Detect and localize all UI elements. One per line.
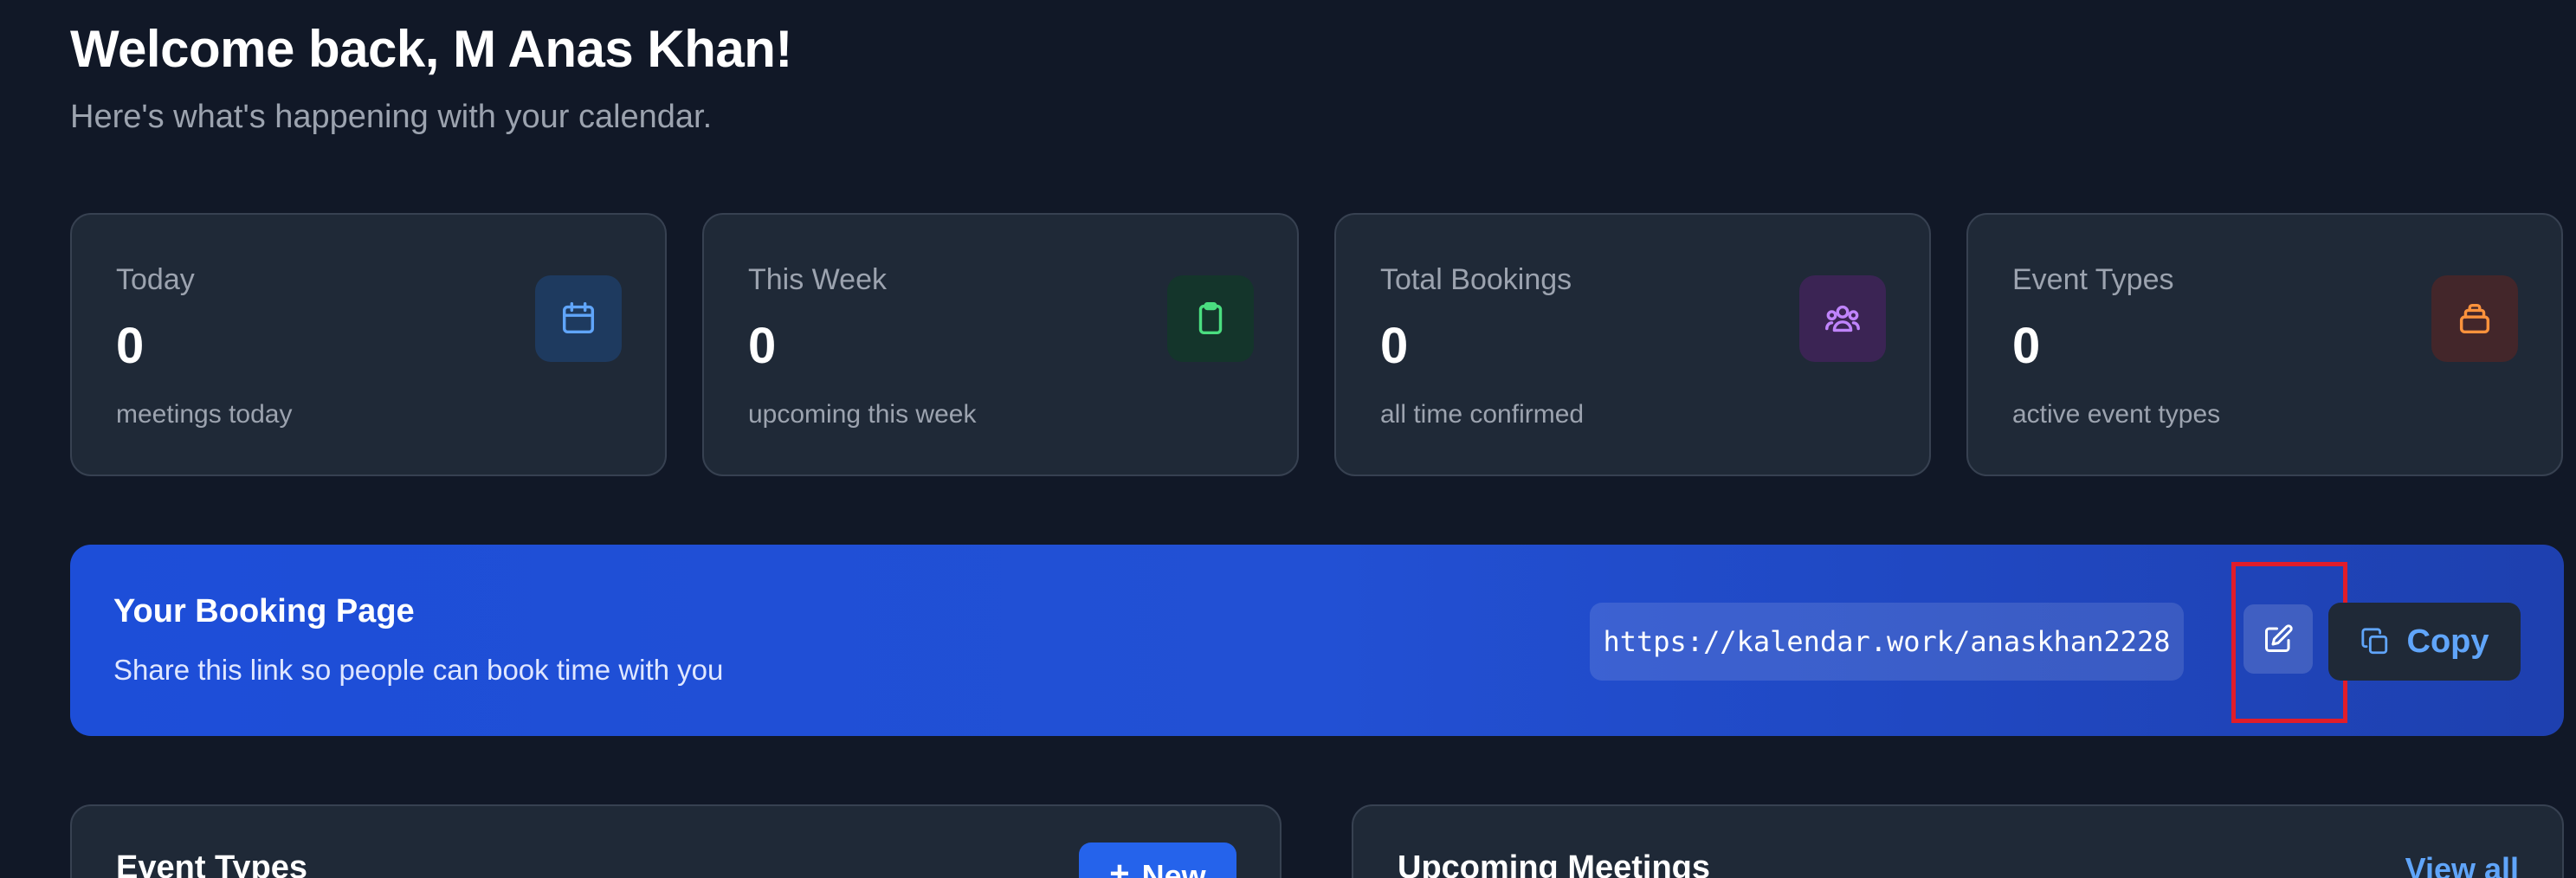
stat-value: 0 [748,318,777,374]
users-icon [1799,275,1886,362]
stat-label: Today [116,263,195,296]
copy-icon [2360,628,2387,655]
panel-title: Upcoming Meetings [1398,849,1711,878]
stat-card-today: Today 0 meetings today [70,213,667,476]
new-button-label: New [1141,858,1206,878]
stat-label: Event Types [2012,263,2174,296]
event-types-panel: Event Types + New [70,804,1282,878]
stat-value: 0 [1380,318,1409,374]
stat-card-this-week: This Week 0 upcoming this week [702,213,1299,476]
stat-label: Total Bookings [1380,263,1572,296]
stat-description: active event types [2012,400,2221,429]
booking-title: Your Booking Page [113,593,415,629]
stat-description: all time confirmed [1380,400,1585,429]
page-title: Welcome back, M Anas Khan! [70,20,792,78]
stat-value: 0 [2012,318,2041,374]
stat-card-event-types: Event Types 0 active event types [1966,213,2563,476]
view-all-link[interactable]: View all [2405,851,2519,878]
copy-button-label: Copy [2406,623,2489,660]
new-event-type-button[interactable]: + New [1079,842,1236,878]
dashboard-page: Welcome back, M Anas Khan! Here's what's… [0,0,2576,878]
stat-value: 0 [116,318,145,374]
upcoming-meetings-panel: Upcoming Meetings View all [1352,804,2564,878]
clipboard-icon [1167,275,1254,362]
booking-description: Share this link so people can book time … [113,654,724,686]
panel-title: Event Types [116,849,308,878]
calendar-icon [535,275,622,362]
booking-url-field[interactable]: https://kalendar.work/anaskhan2228 [1590,603,2184,681]
stat-description: upcoming this week [748,400,977,429]
stat-description: meetings today [116,400,293,429]
stat-label: This Week [748,263,887,296]
layers-icon [2431,275,2518,362]
plus-icon: + [1109,855,1130,878]
copy-button[interactable]: Copy [2328,603,2521,681]
stat-card-total-bookings: Total Bookings 0 all time confirmed [1334,213,1931,476]
page-subtitle: Here's what's happening with your calend… [70,99,713,135]
booking-page-banner: Your Booking Page Share this link so peo… [70,545,2564,736]
